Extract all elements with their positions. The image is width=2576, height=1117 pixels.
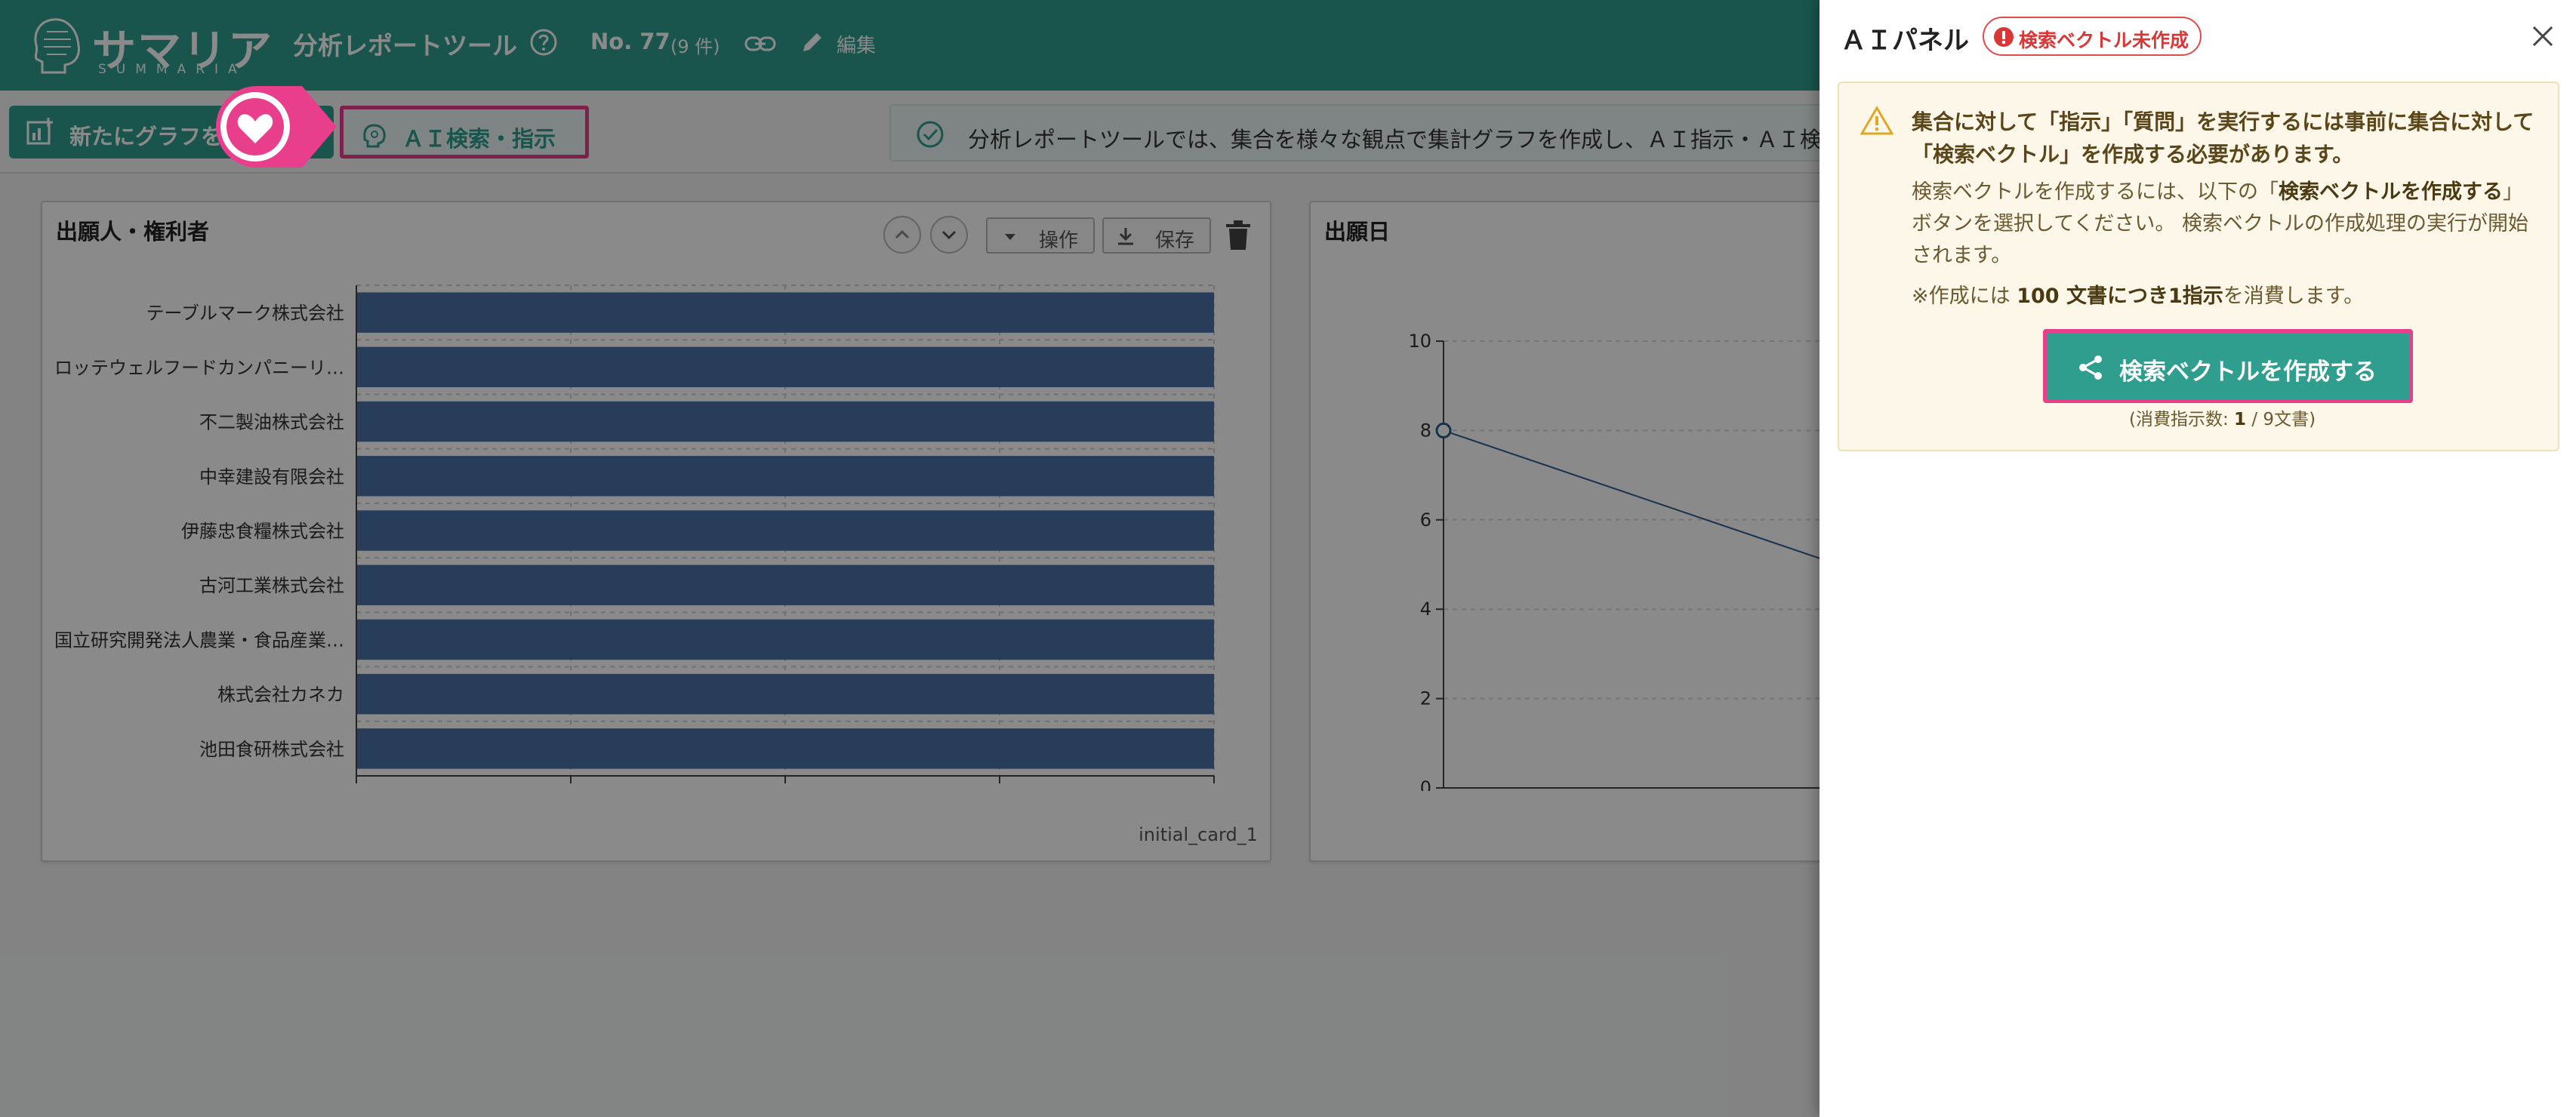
share-nodes-icon [2079, 355, 2102, 380]
consume-bold-text: 1 [2234, 410, 2247, 429]
warning-box: 集合に対して「指示」「質問」を実行するには事前に集合に対して「検索ベクトル」を作… [1838, 82, 2559, 451]
body-bold-text: 検索ベクトルを作成する [2279, 180, 2503, 204]
status-badge: 検索ベクトル未作成 [1983, 17, 2202, 56]
body-text: 検索ベクトルを作成するには、以下の「 [1912, 180, 2279, 204]
ai-panel: ＡＩパネル 検索ベクトル未作成 集合に対して「指示」「質問」を実行するには事前に… [1820, 0, 2576, 1117]
warning-icon [1860, 106, 1893, 135]
note-text-end: を消費します。 [2223, 285, 2365, 308]
panel-title: ＡＩパネル [1841, 26, 1969, 56]
error-icon [1994, 27, 2014, 47]
close-icon[interactable] [2529, 23, 2556, 50]
create-vector-button[interactable]: 検索ベクトルを作成する [2043, 329, 2413, 403]
note-text: ※作成には [1912, 285, 2011, 308]
heart-marker-icon [216, 86, 337, 168]
note-bold-text: 100 文書につき1指示 [2017, 285, 2223, 308]
warning-body: 検索ベクトルを作成するには、以下の「検索ベクトルを作成する」ボタンを選択してくだ… [1912, 177, 2538, 272]
status-badge-label: 検索ベクトル未作成 [2019, 29, 2189, 51]
consume-text: (消費指示数: [2129, 410, 2229, 429]
consume-text-end: / 9文書) [2251, 410, 2316, 429]
cost-note: ※作成には 100 文書につき1指示を消費します。 [1912, 279, 2538, 309]
consumption-count: (消費指示数: 1 / 9文書) [2129, 405, 2316, 430]
warning-heading: 集合に対して「指示」「質問」を実行するには事前に集合に対して「検索ベクトル」を作… [1912, 109, 2534, 167]
create-vector-label: 検索ベクトルを作成する [2119, 358, 2377, 386]
